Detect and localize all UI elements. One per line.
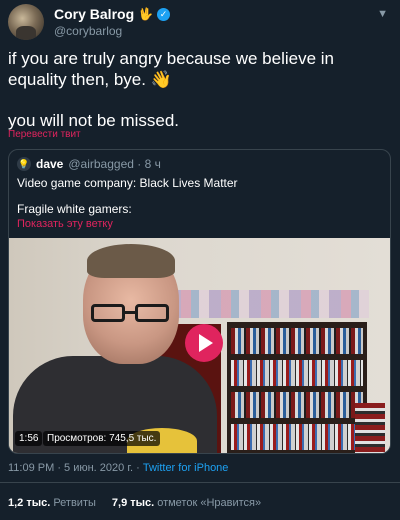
quoted-name: dave — [36, 157, 64, 171]
author-name-row: Cory Balrog 🖖 ✓ — [54, 6, 171, 22]
likes-label: отметок «Нравится» — [157, 497, 262, 509]
video-person-glasses — [89, 304, 173, 324]
shelf-row — [231, 392, 363, 418]
author-name[interactable]: Cory Balrog — [54, 6, 134, 22]
quoted-tweet[interactable]: 💡 dave @airbagged · 8 ч Video game compa… — [8, 149, 391, 454]
author-avatar[interactable] — [8, 4, 44, 40]
verified-badge-icon: ✓ — [157, 7, 171, 21]
retweets-label: Ретвиты — [53, 497, 96, 509]
show-thread-link[interactable]: Показать эту ветку — [17, 218, 113, 230]
translate-tweet-link[interactable]: Перевести твит — [8, 129, 81, 140]
video-person-hair — [87, 244, 175, 278]
tweet-text-line2: you will not be missed. — [8, 111, 180, 130]
likes-count: 7,9 тыс. — [111, 497, 155, 509]
quoted-text-line2: Fragile white gamers: — [17, 202, 132, 216]
quoted-avatar: 💡 — [17, 157, 31, 171]
tweet-source[interactable]: Twitter for iPhone — [143, 462, 229, 474]
play-icon[interactable] — [185, 324, 223, 362]
author-emoji: 🖖 — [138, 7, 154, 21]
shelf-row — [231, 360, 363, 386]
video-duration: 1:56 — [15, 431, 43, 446]
retweets-count: 1,2 тыс. — [8, 497, 51, 509]
quoted-text-line1: Video game company: Black Lives Matter — [17, 176, 238, 190]
retweets-stat[interactable]: 1,2 тыс. Ретвиты — [8, 497, 96, 509]
quoted-header: 💡 dave @airbagged · 8 ч — [17, 157, 161, 171]
tweet-header: Cory Balrog 🖖 ✓ @corybarlog ▼ — [8, 4, 392, 44]
video-game-stack — [355, 403, 385, 453]
tweet-text: if you are truly angry because we believ… — [8, 48, 390, 131]
video-figures-shelf — [169, 290, 369, 318]
video-player[interactable]: 1:56 Просмотров: 745,5 тыс. — [9, 238, 390, 453]
video-views: Просмотров: 745,5 тыс. — [43, 431, 161, 446]
author-handle[interactable]: @corybarlog — [54, 24, 122, 38]
chevron-down-icon[interactable]: ▼ — [377, 8, 388, 20]
likes-stat[interactable]: 7,9 тыс. отметок «Нравится» — [112, 497, 261, 509]
tweet-timestamp[interactable]: 11:09 PM · 5 июн. 2020 г. · — [8, 462, 143, 474]
tweet-stats: 1,2 тыс. Ретвиты 7,9 тыс. отметок «Нравитс… — [8, 497, 261, 509]
quoted-handle: @airbagged · 8 ч — [68, 157, 161, 171]
divider — [0, 482, 400, 483]
tweet-text-line1: if you are truly angry because we believ… — [8, 49, 335, 89]
tweet-meta: 11:09 PM · 5 июн. 2020 г. · Twitter for … — [8, 462, 228, 474]
shelf-row — [231, 424, 363, 450]
shelf-row — [231, 328, 363, 354]
